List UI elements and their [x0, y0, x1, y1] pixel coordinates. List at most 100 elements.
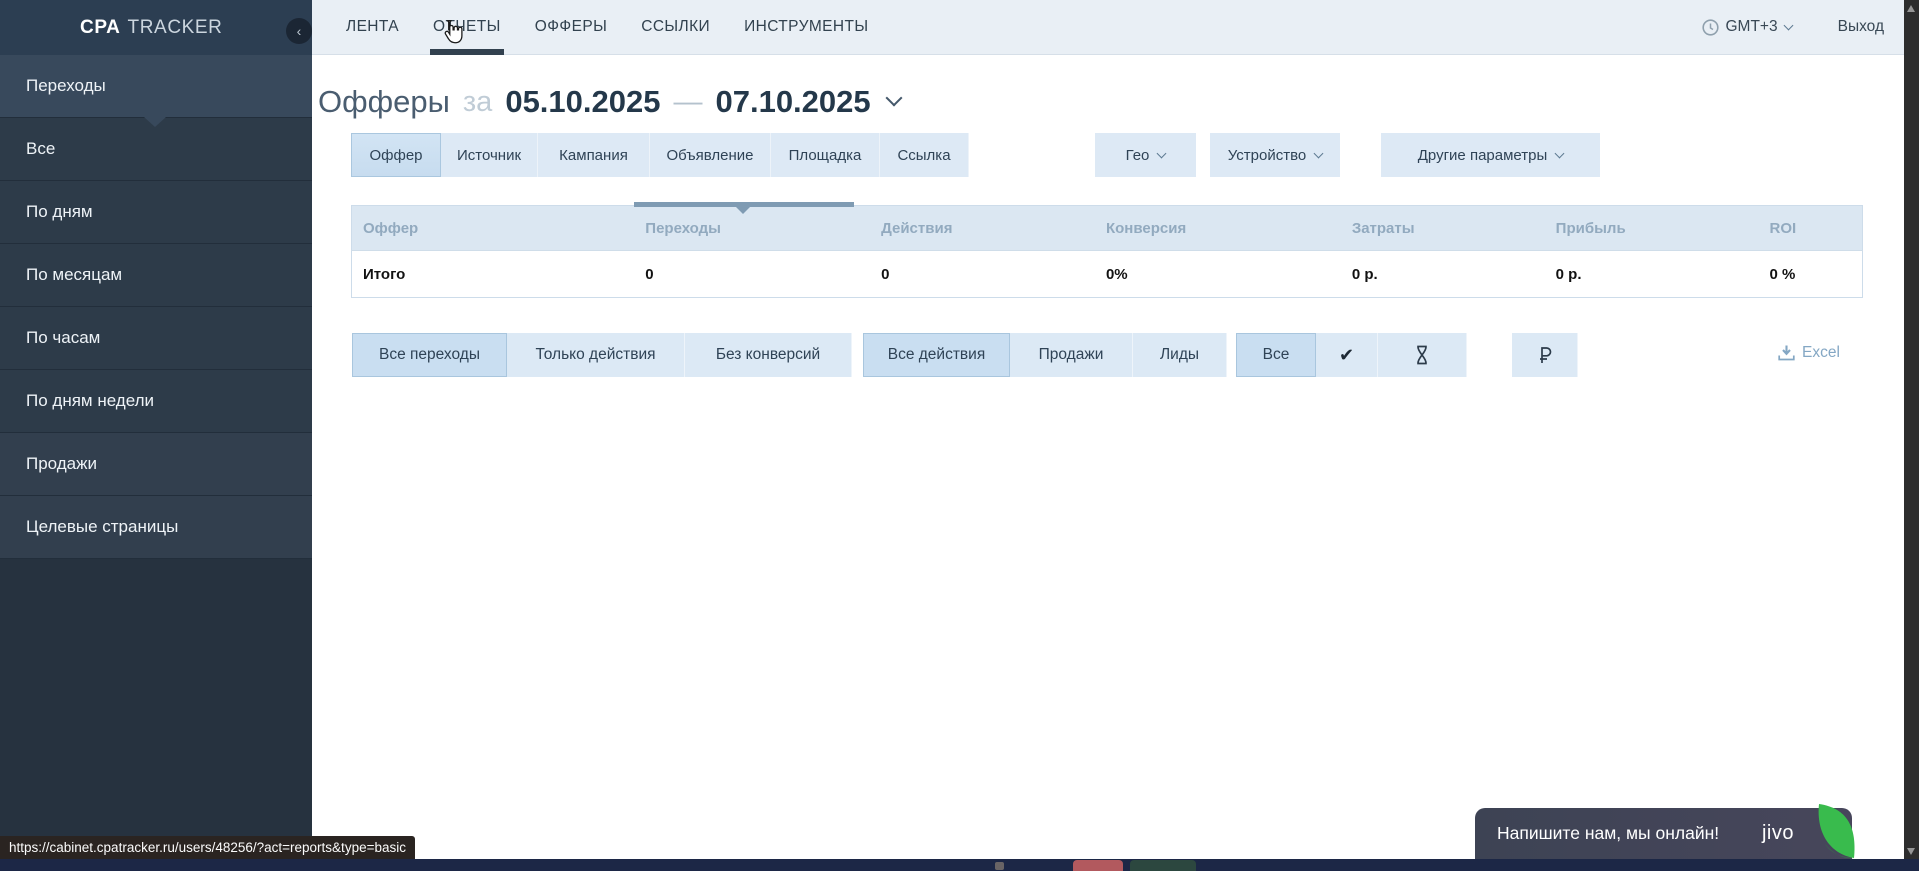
logo-bold: CPA: [80, 17, 121, 39]
sort-indicator-arrow-icon: [736, 207, 750, 214]
filter-tolko-dejstviya[interactable]: Только действия: [507, 333, 685, 377]
top-navbar: ЛЕНТА ОТЧЕТЫ ОФФЕРЫ ССЫЛКИ ИНСТРУМЕНТЫ G…: [312, 0, 1904, 55]
sidebar-item-label: Переходы: [26, 76, 106, 96]
sidebar-item-label: По дням: [26, 202, 93, 222]
excel-label: Excel: [1802, 344, 1840, 362]
nav-item-ssylki[interactable]: ССЫЛКИ: [641, 0, 710, 54]
tab-kampaniya[interactable]: Кампания: [538, 133, 650, 177]
sidebar: CPA TRACKER Переходы Все По дням По меся…: [0, 0, 312, 859]
currency-filter-group: [1512, 333, 1578, 377]
nav-items: ЛЕНТА ОТЧЕТЫ ОФФЕРЫ ССЫЛКИ ИНСТРУМЕНТЫ: [346, 0, 868, 54]
page-title-text: Офферы: [318, 84, 450, 120]
taskbar-icon: [995, 862, 1004, 870]
filter-status-confirmed[interactable]: ✔: [1316, 333, 1378, 377]
col-header-offer[interactable]: Оффер: [352, 206, 635, 251]
chevron-down-icon: [1157, 148, 1167, 158]
report-table: Оффер Переходы Действия Конверсия Затрат…: [351, 205, 1863, 298]
filter-currency-ruble[interactable]: [1512, 333, 1578, 377]
date-from[interactable]: 05.10.2025: [505, 84, 660, 120]
device-dropdown[interactable]: Устройство: [1210, 133, 1340, 177]
timezone-selector[interactable]: GMT+3: [1702, 18, 1792, 36]
tab-istochnik[interactable]: Источник: [441, 133, 538, 177]
check-icon: ✔: [1339, 345, 1354, 366]
nav-item-instrumenty[interactable]: ИНСТРУМЕНТЫ: [744, 0, 868, 54]
col-header-roi[interactable]: ROI: [1759, 206, 1863, 251]
sidebar-item-label: По месяцам: [26, 265, 122, 285]
sidebar-item-label: Продажи: [26, 454, 97, 474]
filter-vse-dejstviya[interactable]: Все действия: [863, 333, 1010, 377]
filter-vse-perehody[interactable]: Все переходы: [352, 333, 507, 377]
sidebar-item-po-dnyam-nedeli[interactable]: По дням недели: [0, 370, 312, 433]
totals-zatraty: 0 р.: [1341, 251, 1545, 298]
scroll-up-arrow-icon[interactable]: [1907, 5, 1915, 12]
status-filter-group: Все ✔: [1236, 333, 1467, 377]
date-range-chevron-icon[interactable]: [885, 90, 902, 107]
sidebar-item-label: Целевые страницы: [26, 517, 178, 537]
chevron-down-icon: [1555, 148, 1565, 158]
tab-offer[interactable]: Оффер: [351, 133, 441, 177]
chat-widget[interactable]: Напишите нам, мы онлайн! jivo: [1475, 808, 1852, 859]
sidebar-item-vse[interactable]: Все: [0, 118, 312, 181]
jivo-logo: jivo: [1762, 822, 1794, 845]
geo-dropdown[interactable]: Гео: [1095, 133, 1196, 177]
status-bar-url: https://cabinet.cpatracker.ru/users/4825…: [0, 836, 415, 859]
totals-pribyl: 0 р.: [1545, 251, 1759, 298]
col-header-konversiya[interactable]: Конверсия: [1095, 206, 1341, 251]
logout-link[interactable]: Выход: [1838, 18, 1884, 36]
sidebar-item-celevye-stranicy[interactable]: Целевые страницы: [0, 496, 312, 559]
col-header-zatraty[interactable]: Затраты: [1341, 206, 1545, 251]
timezone-label: GMT+3: [1726, 18, 1778, 36]
clock-icon: [1702, 19, 1719, 36]
sidebar-item-prodazhi[interactable]: Продажи: [0, 433, 312, 496]
title-preposition: за: [463, 86, 492, 119]
sidebar-item-po-dnyam[interactable]: По дням: [0, 181, 312, 244]
actions-filter-group: Все действия Продажи Лиды: [863, 333, 1227, 377]
app-logo: CPA TRACKER: [0, 0, 312, 55]
chevron-left-icon: ‹: [297, 23, 302, 39]
sidebar-item-perehody[interactable]: Переходы: [0, 55, 312, 118]
report-title: Офферы за 05.10.2025 — 07.10.2025: [318, 84, 900, 120]
taskbar-item-red[interactable]: [1073, 860, 1123, 871]
filter-status-vse[interactable]: Все: [1236, 333, 1316, 377]
nav-item-offery[interactable]: ОФФЕРЫ: [535, 0, 607, 54]
active-section-pointer: [144, 117, 166, 127]
totals-perehody: 0: [634, 251, 870, 298]
download-icon: [1778, 345, 1795, 361]
date-to[interactable]: 07.10.2025: [715, 84, 870, 120]
vertical-scrollbar[interactable]: [1904, 0, 1919, 871]
chevron-down-icon: [1314, 148, 1324, 158]
mouse-cursor-pointer: [437, 17, 463, 47]
other-params-dropdown[interactable]: Другие параметры: [1381, 133, 1600, 177]
geo-dropdown-label: Гео: [1126, 147, 1150, 164]
taskbar-item-green[interactable]: [1130, 860, 1196, 871]
col-header-perehody[interactable]: Переходы: [634, 206, 870, 251]
sidebar-item-label: Все: [26, 139, 55, 159]
logo-rest: TRACKER: [128, 17, 223, 39]
filter-status-pending[interactable]: [1378, 333, 1467, 377]
scroll-down-arrow-icon[interactable]: [1907, 848, 1915, 855]
chat-message: Напишите нам, мы онлайн!: [1497, 823, 1719, 844]
sidebar-collapse-button[interactable]: ‹: [286, 18, 312, 44]
excel-export-link[interactable]: Excel: [1778, 344, 1840, 362]
filter-prodazhi[interactable]: Продажи: [1010, 333, 1133, 377]
nav-item-lenta[interactable]: ЛЕНТА: [346, 0, 399, 54]
dimension-tabs: Оффер Источник Кампания Объявление Площа…: [351, 133, 969, 177]
sidebar-item-po-chasam[interactable]: По часам: [0, 307, 312, 370]
nav-right: GMT+3 Выход: [1702, 18, 1885, 36]
device-dropdown-label: Устройство: [1228, 147, 1306, 164]
totals-dejstviya: 0: [870, 251, 1095, 298]
tab-ploshchadka[interactable]: Площадка: [771, 133, 880, 177]
taskbar-strip: [0, 859, 1919, 871]
filter-lidy[interactable]: Лиды: [1133, 333, 1227, 377]
sidebar-item-label: По часам: [26, 328, 100, 348]
filter-bez-konversij[interactable]: Без конверсий: [685, 333, 852, 377]
sidebar-item-po-mesyacam[interactable]: По месяцам: [0, 244, 312, 307]
chevron-down-icon: [1783, 20, 1793, 30]
other-params-dropdown-label: Другие параметры: [1418, 147, 1548, 164]
col-header-dejstviya[interactable]: Действия: [870, 206, 1095, 251]
tab-ssylka[interactable]: Ссылка: [880, 133, 969, 177]
col-header-pribyl[interactable]: Прибыль: [1545, 206, 1759, 251]
tab-obyavlenie[interactable]: Объявление: [650, 133, 771, 177]
hourglass-icon: [1414, 345, 1430, 365]
totals-label: Итого: [352, 251, 635, 298]
